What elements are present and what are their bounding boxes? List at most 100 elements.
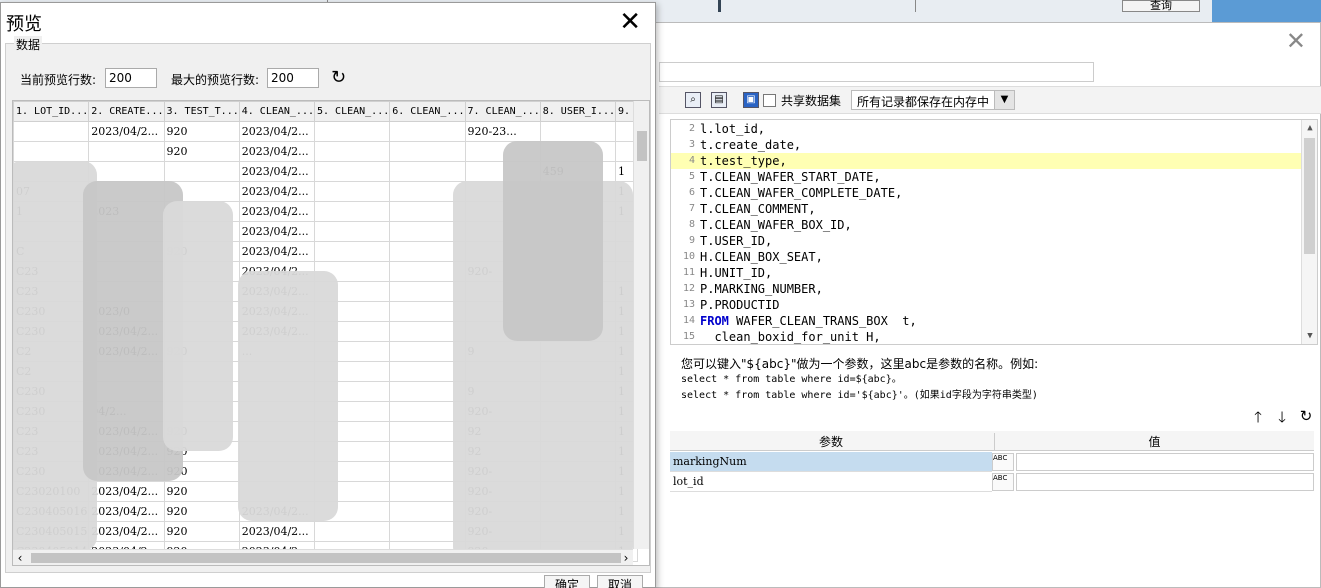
code-line[interactable]: 14 FROM WAFER_CLEAN_TRANS_BOX t, bbox=[671, 313, 1301, 329]
scroll-down-icon[interactable]: ▼ bbox=[1302, 328, 1317, 344]
group-label: 数据 bbox=[14, 36, 43, 53]
code-line[interactable]: 10 H.CLEAN_BOX_SEAT, bbox=[671, 249, 1301, 265]
column-header[interactable]: 4. CLEAN_... bbox=[238, 101, 316, 122]
grid-vertical-scrollbar[interactable] bbox=[633, 101, 649, 549]
close-icon[interactable]: ✕ bbox=[1286, 29, 1306, 53]
parameter-row[interactable]: markingNum ABC bbox=[670, 452, 1314, 472]
table-cell: 2023/04/2... bbox=[238, 521, 316, 542]
parameter-tools: 🡑 🡓 ↻ bbox=[1249, 407, 1317, 426]
table-cell bbox=[539, 121, 617, 142]
table-cell bbox=[13, 141, 90, 162]
code-text: T.USER_ID, bbox=[700, 234, 773, 248]
export-icon[interactable]: ▣ bbox=[743, 92, 759, 108]
max-rows-input[interactable]: 200 bbox=[267, 68, 319, 88]
table-cell bbox=[313, 221, 391, 242]
sql-dataset-dialog: ✕ ⌕ ▤ ▣ 共享数据集 所有记录都保存在内存中 ▼ ▲ ▼ 2 l.lot_i… bbox=[650, 22, 1321, 588]
line-number: 12 bbox=[682, 283, 695, 294]
code-line[interactable]: 3 t.create_date, bbox=[671, 137, 1301, 153]
table-cell bbox=[13, 121, 90, 142]
parameter-hint: 您可以键入"${abc}"做为一个参数，这里abc是参数的名称。例如: sele… bbox=[681, 356, 1038, 404]
current-rows-input[interactable]: 200 bbox=[105, 68, 157, 88]
table-cell bbox=[313, 241, 391, 262]
table-cell bbox=[313, 141, 391, 162]
line-number: 3 bbox=[688, 139, 695, 150]
code-text: FROM WAFER_CLEAN_TRANS_BOX t, bbox=[700, 314, 917, 328]
cancel-button[interactable]: 取消 bbox=[597, 575, 643, 588]
refresh-icon[interactable]: ↻ bbox=[331, 68, 346, 88]
close-icon[interactable]: ✕ bbox=[619, 7, 641, 37]
hint-line: 您可以键入"${abc}"做为一个参数，这里abc是参数的名称。例如: bbox=[681, 357, 1039, 371]
code-line[interactable]: 6 T.CLEAN_WAFER_COMPLETE_DATE, bbox=[671, 185, 1301, 201]
table-row[interactable]: 2023/04/2... 920 2023/04/2... 920-23... bbox=[13, 121, 638, 142]
background-query-button[interactable]: 查询 bbox=[1122, 0, 1200, 12]
parameter-value-input[interactable] bbox=[1016, 473, 1314, 491]
table-cell: 920 bbox=[163, 521, 240, 542]
share-dataset-label: 共享数据集 bbox=[781, 94, 842, 108]
code-line[interactable]: 15 clean_boxid_for_unit H, bbox=[671, 329, 1301, 344]
background-divider bbox=[718, 0, 721, 12]
share-dataset-checkbox[interactable] bbox=[763, 94, 776, 107]
column-header[interactable]: 3. TEST_T... bbox=[163, 101, 240, 122]
grid-horizontal-scrollbar[interactable]: ‹ › bbox=[13, 549, 633, 565]
scroll-left-icon[interactable]: ‹ bbox=[13, 550, 27, 565]
code-line[interactable]: 8 T.CLEAN_WAFER_BOX_ID, bbox=[671, 217, 1301, 233]
code-line[interactable]: 5 T.CLEAN_WAFER_START_DATE, bbox=[671, 169, 1301, 185]
table-cell bbox=[389, 161, 466, 182]
background-divider bbox=[915, 0, 916, 12]
column-header[interactable]: 1. LOT_ID... bbox=[13, 101, 90, 122]
code-line[interactable]: 11 H.UNIT_ID, bbox=[671, 265, 1301, 281]
table-cell bbox=[88, 161, 165, 182]
code-line[interactable]: 4 t.test_type, bbox=[671, 153, 1301, 169]
parameter-name: lot_id bbox=[670, 472, 992, 492]
code-vertical-scrollbar[interactable]: ▲ ▼ bbox=[1301, 120, 1317, 344]
preview-sql-icon[interactable]: ⌕ bbox=[685, 92, 701, 108]
privacy-blur bbox=[238, 271, 338, 521]
table-cell bbox=[313, 201, 391, 222]
data-group: 数据 当前预览行数: 200 最大的预览行数: 200 ↻ 1. LOT_ID.… bbox=[5, 36, 651, 573]
preview-data-grid[interactable]: 1. LOT_ID... 2. CREATE... 3. TEST_T... 4. C… bbox=[12, 100, 650, 566]
parameter-value-input[interactable] bbox=[1016, 453, 1314, 471]
column-header[interactable]: 7. CLEAN_... bbox=[464, 101, 541, 122]
dialog-title: 预览 bbox=[6, 14, 42, 35]
parameter-name: markingNum bbox=[670, 452, 992, 472]
move-down-icon[interactable]: 🡓 bbox=[1273, 407, 1291, 432]
preview-dialog: 预览 ✕ 数据 当前预览行数: 200 最大的预览行数: 200 ↻ 1. LO… bbox=[0, 2, 656, 588]
line-number: 13 bbox=[682, 299, 695, 310]
code-line[interactable]: 7 T.CLEAN_COMMENT, bbox=[671, 201, 1301, 217]
scrollbar-thumb[interactable] bbox=[1304, 138, 1315, 254]
hint-example: select * from table where id=${abc}。 bbox=[681, 374, 902, 385]
parameter-row[interactable]: lot_id ABC bbox=[670, 472, 1314, 492]
table-cell: 920 bbox=[163, 481, 240, 502]
move-up-icon[interactable]: 🡑 bbox=[1249, 407, 1267, 432]
code-line[interactable]: 9 T.USER_ID, bbox=[671, 233, 1301, 249]
sql-code-editor[interactable]: ▲ ▼ 2 l.lot_id, 3 t.create_date, 4 t.test_typ… bbox=[670, 119, 1318, 345]
column-header[interactable]: 8. USER_I... bbox=[539, 101, 617, 122]
save-icon[interactable]: ▤ bbox=[711, 92, 727, 108]
refresh-icon[interactable]: ↻ bbox=[1297, 407, 1315, 425]
column-header[interactable]: 5. CLEAN_... bbox=[313, 101, 391, 122]
max-rows-label: 最大的预览行数: bbox=[171, 73, 260, 87]
line-number: 5 bbox=[688, 171, 695, 182]
code-line[interactable]: 12 P.MARKING_NUMBER, bbox=[671, 281, 1301, 297]
code-line[interactable]: 2 l.lot_id, bbox=[671, 121, 1301, 137]
line-number: 11 bbox=[682, 267, 695, 278]
dataset-name-input[interactable] bbox=[659, 62, 1094, 82]
type-icon[interactable]: ABC bbox=[992, 473, 1014, 491]
code-text: l.lot_id, bbox=[700, 122, 766, 136]
code-line[interactable]: 13 P.PRODUCTID bbox=[671, 297, 1301, 313]
type-icon[interactable]: ABC bbox=[992, 453, 1014, 471]
table-cell: 2023/04/2... bbox=[238, 141, 316, 162]
column-header[interactable]: 6. CLEAN_... bbox=[389, 101, 466, 122]
table-cell: 2023/04/2... bbox=[238, 121, 316, 142]
scrollbar-thumb[interactable] bbox=[31, 553, 621, 563]
table-cell: 2023/04/2... bbox=[238, 241, 316, 262]
table-cell: 2023/04/2... bbox=[88, 121, 165, 142]
ok-button[interactable]: 确定 bbox=[544, 575, 590, 588]
line-number: 8 bbox=[688, 219, 695, 230]
storage-mode-select[interactable]: 所有记录都保存在内存中 ▼ bbox=[851, 90, 1015, 110]
column-header[interactable]: 2. CREATE... bbox=[88, 101, 165, 122]
chevron-down-icon[interactable]: ▼ bbox=[994, 91, 1014, 109]
scroll-up-icon[interactable]: ▲ bbox=[1302, 120, 1317, 136]
scroll-right-icon[interactable]: › bbox=[619, 550, 633, 565]
scrollbar-thumb[interactable] bbox=[637, 131, 647, 161]
